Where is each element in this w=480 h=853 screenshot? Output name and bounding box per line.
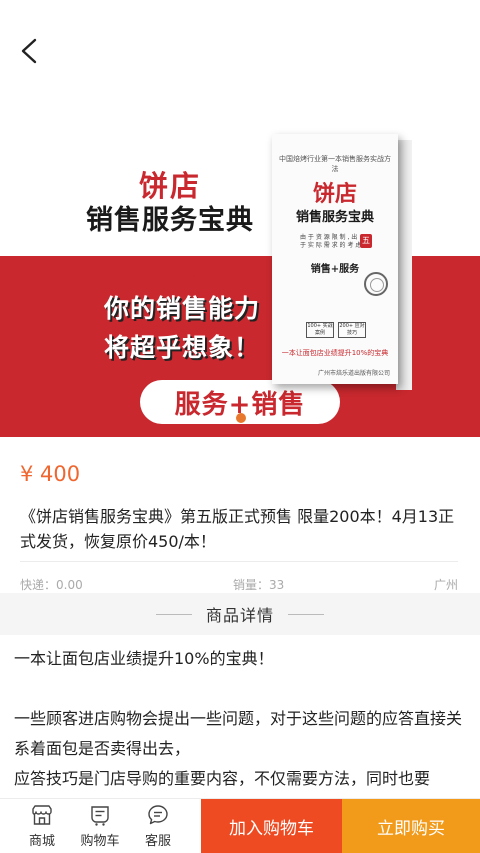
back-button[interactable] <box>14 36 44 66</box>
book-edition-badge: 五 <box>360 234 372 248</box>
carousel-dot[interactable] <box>236 413 246 423</box>
book-title1: 饼店 <box>312 181 357 207</box>
add-to-cart-button[interactable]: 加入购物车 <box>201 799 342 853</box>
detail-body: 一本让面包店业绩提升10%的宝典！ 一些顾客进店购物会提出一些问题，对于这些问题… <box>14 644 468 798</box>
bottom-action-bar: 商城 购物车 客服 加入购物车 立即购买 <box>0 798 480 853</box>
shop-nav-label: 商城 <box>28 834 55 849</box>
product-title: 《饼店销售服务宝典》第五版正式预售 限量200本！4月13正式发货，恢复原价45… <box>20 507 455 551</box>
shop-nav-button[interactable]: 商城 <box>14 799 70 853</box>
book-stat-2: 200+ 应对技巧 <box>338 322 366 338</box>
banner-slogan2: 你的销售能力 <box>104 294 261 323</box>
sales-count: 销量：33 <box>233 578 285 592</box>
service-nav-button[interactable]: 客服 <box>130 799 186 853</box>
detail-title: 商品详情 <box>205 606 274 625</box>
detail-paragraph-2: 一些顾客进店购物会提出一些问题，对于这些问题的应答直接关系着面包是否卖得出去， <box>14 709 463 758</box>
book-spine <box>396 140 412 390</box>
detail-paragraph-1: 一本让面包店业绩提升10%的宝典！ <box>14 649 274 668</box>
product-banner[interactable]: 饼店 销售服务宝典 让客户买单！ 你的销售能力 将超乎想象！ 服务+销售 中国焙… <box>0 0 480 437</box>
book-bottom-text: 广州市焙乐道出版有限公司 <box>317 370 390 377</box>
product-meta: 快递：0.00 销量：33 广州 <box>20 576 458 592</box>
location: 广州 <box>433 578 458 592</box>
cart-icon <box>91 806 109 826</box>
cart-nav-label: 购物车 <box>80 834 120 849</box>
detail-header: 商品详情 <box>0 593 480 635</box>
book-title2: 销售服务宝典 <box>295 210 374 225</box>
detail-paragraph-3: 应答技巧是门店导购的重要内容，不仅需要方法，同时也要 <box>14 769 431 788</box>
book-top-text: 中国焙烤行业第一本销售服务实战方法 <box>279 155 391 173</box>
detail-divider-left <box>155 613 192 615</box>
banner-slogan3: 将超乎想象！ <box>104 333 261 362</box>
detail-divider-right <box>288 613 324 615</box>
shipping-fee: 快递：0.00 <box>20 578 83 592</box>
book-stat-1: 100+ 实战案例 <box>306 322 334 338</box>
store-icon <box>32 805 52 825</box>
book-front: 中国焙烤行业第一本销售服务实战方法 饼店 销售服务宝典 由 于 资 源 限 制 … <box>272 134 398 384</box>
cart-nav-button[interactable]: 购物车 <box>72 799 128 853</box>
back-arrow-icon <box>21 38 37 64</box>
banner-slogan1: 让客户买单！ <box>100 256 263 286</box>
book-red-text: 一本让面包店业绩提升10%的宝典 <box>281 349 389 357</box>
buy-now-button[interactable]: 立即购买 <box>342 799 480 853</box>
book-small-text: 由 于 资 源 限 制 , 出 于 实 际 需 求 的 考 虑 <box>300 234 362 249</box>
book-seal-icon <box>364 272 388 296</box>
service-nav-label: 客服 <box>144 834 171 849</box>
book-cover-image: 中国焙烤行业第一本销售服务实战方法 饼店 销售服务宝典 由 于 资 源 限 制 … <box>272 134 412 390</box>
info-divider <box>20 561 458 562</box>
product-price: ¥ 400 <box>20 462 81 486</box>
chat-icon <box>148 805 168 825</box>
